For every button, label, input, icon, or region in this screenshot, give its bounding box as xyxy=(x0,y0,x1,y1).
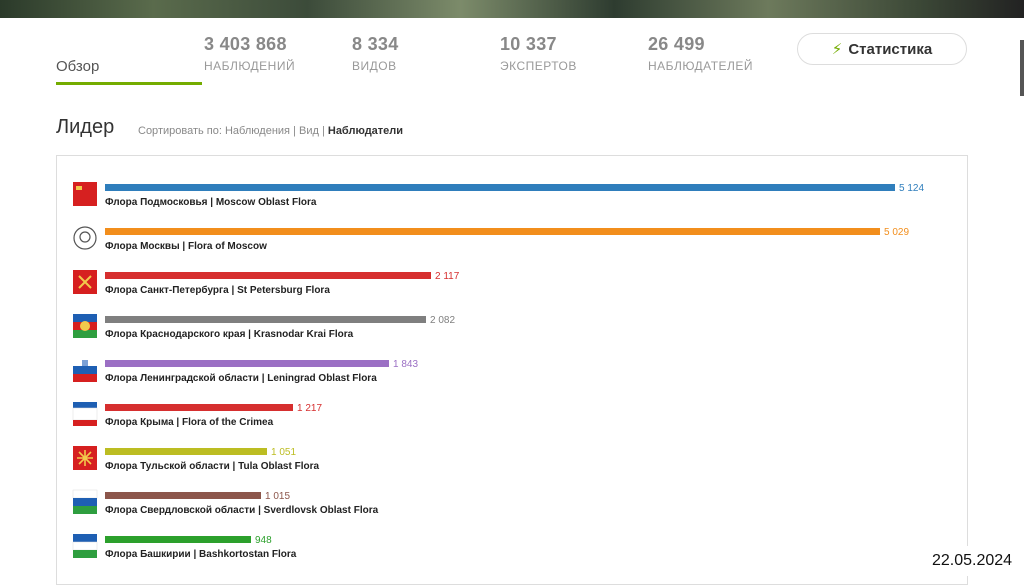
chart-category-label[interactable]: Флора Москвы | Flora of Moscow xyxy=(105,241,267,252)
stat-value: 26 499 xyxy=(648,34,705,54)
statistics-button[interactable]: ⚡ Статистика xyxy=(797,33,967,65)
chart-category-label[interactable]: Флора Башкирии | Bashkortostan Flora xyxy=(105,549,297,560)
sort-options: Сортировать по: Наблюдения | Вид | Наблю… xyxy=(138,125,404,137)
chart-bar[interactable] xyxy=(105,536,251,543)
chart-bar[interactable] xyxy=(105,404,293,411)
chart-value-label: 948 xyxy=(255,535,272,546)
chart-category-label[interactable]: Флора Крыма | Flora of the Crimea xyxy=(105,417,274,428)
bashkortostan-flag-icon xyxy=(72,534,98,558)
sverdlovsk-flag-icon xyxy=(72,489,98,514)
chart-bar[interactable] xyxy=(105,360,389,367)
krasnodar-flag-icon xyxy=(73,314,97,338)
sort-prefix: Сортировать по: xyxy=(138,125,222,137)
leningrad-flag-icon xyxy=(73,358,97,382)
stat-species[interactable]: 8 334 ВИДОВ xyxy=(352,34,399,73)
moscow-oblast-flag-icon xyxy=(73,182,97,206)
top-banner-image xyxy=(0,0,1024,18)
stat-label: ЭКСПЕРТОВ xyxy=(500,59,577,73)
sort-option-observers[interactable]: Наблюдатели xyxy=(328,125,403,137)
stat-observations[interactable]: 3 403 868 НАБЛЮДЕНИЙ xyxy=(204,34,295,73)
leaderboard-chart: 5 124 Флора Подмосковья | Moscow Oblast F… xyxy=(72,182,924,560)
chart-bar[interactable] xyxy=(105,492,261,499)
tula-flag-icon xyxy=(73,446,97,470)
chart-value-label: 2 082 xyxy=(430,315,455,326)
chart-category-label[interactable]: Флора Тульской области | Tula Oblast Flo… xyxy=(105,460,319,472)
stats-header: Обзор 3 403 868 НАБЛЮДЕНИЙ 8 334 ВИДОВ 1… xyxy=(0,18,1024,98)
chart-category-label[interactable]: Флора Краснодарского края | Krasnodar Kr… xyxy=(105,329,354,340)
stat-label: НАБЛЮДЕНИЙ xyxy=(204,59,296,73)
stat-value: 3 403 868 xyxy=(204,34,287,54)
stat-identifiers[interactable]: 10 337 ЭКСПЕРТОВ xyxy=(500,34,577,73)
chart-value-label: 1 015 xyxy=(265,491,290,502)
chart-value-label: 5 124 xyxy=(899,183,924,194)
stat-label: ВИДОВ xyxy=(352,59,397,73)
chart-value-label: 1 051 xyxy=(271,447,296,458)
chart-category-label[interactable]: Флора Санкт-Петербурга | St Petersburg F… xyxy=(105,284,330,296)
chart-category-label[interactable]: Флора Ленинградской области | Leningrad … xyxy=(105,372,377,384)
chart-bar[interactable] xyxy=(105,272,431,279)
st-petersburg-flag-icon xyxy=(73,270,97,294)
sort-option-species[interactable]: Вид xyxy=(299,125,319,137)
sort-option-observations[interactable]: Наблюдения xyxy=(225,125,290,137)
chart-bar[interactable] xyxy=(105,184,895,191)
chart-value-label: 2 117 xyxy=(435,271,460,282)
stat-observers[interactable]: 26 499 НАБЛЮДАТЕЛЕЙ xyxy=(648,34,753,73)
chart-bar[interactable] xyxy=(105,316,426,323)
crimea-flag-icon xyxy=(72,402,98,426)
leaderboard-panel: 5 124 Флора Подмосковья | Moscow Oblast F… xyxy=(56,155,968,585)
stat-value: 10 337 xyxy=(500,34,557,54)
chart-value-label: 1 843 xyxy=(393,359,418,370)
moscow-emblem-icon xyxy=(73,226,97,250)
date-stamp: 22.05.2024 xyxy=(920,546,1024,576)
chart-bar[interactable] xyxy=(105,228,880,235)
stat-label: НАБЛЮДАТЕЛЕЙ xyxy=(648,59,754,73)
leaderboard-title: Лидер xyxy=(56,116,115,138)
chart-bar[interactable] xyxy=(105,448,267,455)
chart-category-label[interactable]: Флора Свердловской области | Sverdlovsk … xyxy=(105,504,379,516)
bolt-icon: ⚡ xyxy=(831,41,843,58)
stat-value: 8 334 xyxy=(352,34,399,54)
chart-category-label[interactable]: Флора Подмосковья | Moscow Oblast Flora xyxy=(105,197,317,208)
chart-value-label: 1 217 xyxy=(297,403,322,414)
tab-overview[interactable]: Обзор xyxy=(56,58,202,85)
chart-value-label: 5 029 xyxy=(884,227,909,238)
statistics-button-label: Статистика xyxy=(848,40,933,58)
